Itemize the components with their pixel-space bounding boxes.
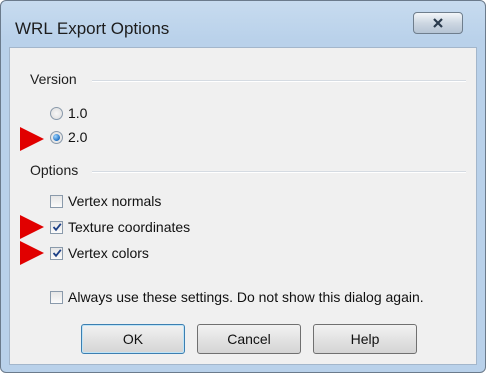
close-icon <box>433 18 443 28</box>
options-divider <box>92 171 466 173</box>
checkmark-icon <box>52 223 62 232</box>
version-divider <box>92 80 466 82</box>
texture-coordinates-option[interactable]: Texture coordinates <box>50 219 190 235</box>
vertex-colors-option[interactable]: Vertex colors <box>50 245 149 261</box>
texture-coordinates-checkbox[interactable] <box>50 220 63 234</box>
checkmark-icon <box>52 249 62 258</box>
version-group-label: Version <box>30 71 77 87</box>
title-bar[interactable]: WRL Export Options <box>1 1 485 47</box>
vertex-colors-checkbox[interactable] <box>50 246 63 260</box>
close-button[interactable] <box>413 12 463 34</box>
annotation-arrow-icon <box>20 127 44 151</box>
version-option-1-0[interactable]: 1.0 <box>50 105 87 121</box>
vertex-normals-label: Vertex normals <box>68 193 162 209</box>
texture-coordinates-label: Texture coordinates <box>68 219 191 235</box>
annotation-arrow-icon <box>20 215 44 239</box>
always-use-settings-checkbox[interactable] <box>50 290 63 304</box>
cancel-button[interactable]: Cancel <box>197 324 301 354</box>
radio-label-1-0: 1.0 <box>68 105 88 121</box>
always-use-settings-option[interactable]: Always use these settings. Do not show t… <box>50 289 424 305</box>
vertex-normals-checkbox[interactable] <box>50 194 63 208</box>
dialog-body: Version 1.0 2.0 Options Vertex normals T… <box>9 47 477 365</box>
vertex-normals-option[interactable]: Vertex normals <box>50 193 161 209</box>
annotation-arrow-icon <box>20 241 44 265</box>
radio-2-0[interactable] <box>50 130 63 144</box>
wrl-export-dialog: WRL Export Options Version 1.0 2.0 Optio… <box>0 0 486 373</box>
help-button[interactable]: Help <box>313 324 417 354</box>
version-option-2-0[interactable]: 2.0 <box>50 129 87 145</box>
radio-1-0[interactable] <box>50 106 63 120</box>
always-use-settings-label: Always use these settings. Do not show t… <box>68 289 424 305</box>
dialog-title: WRL Export Options <box>15 19 170 38</box>
ok-button[interactable]: OK <box>81 324 185 354</box>
vertex-colors-label: Vertex colors <box>68 245 149 261</box>
radio-label-2-0: 2.0 <box>68 129 88 145</box>
options-group-label: Options <box>30 162 79 178</box>
